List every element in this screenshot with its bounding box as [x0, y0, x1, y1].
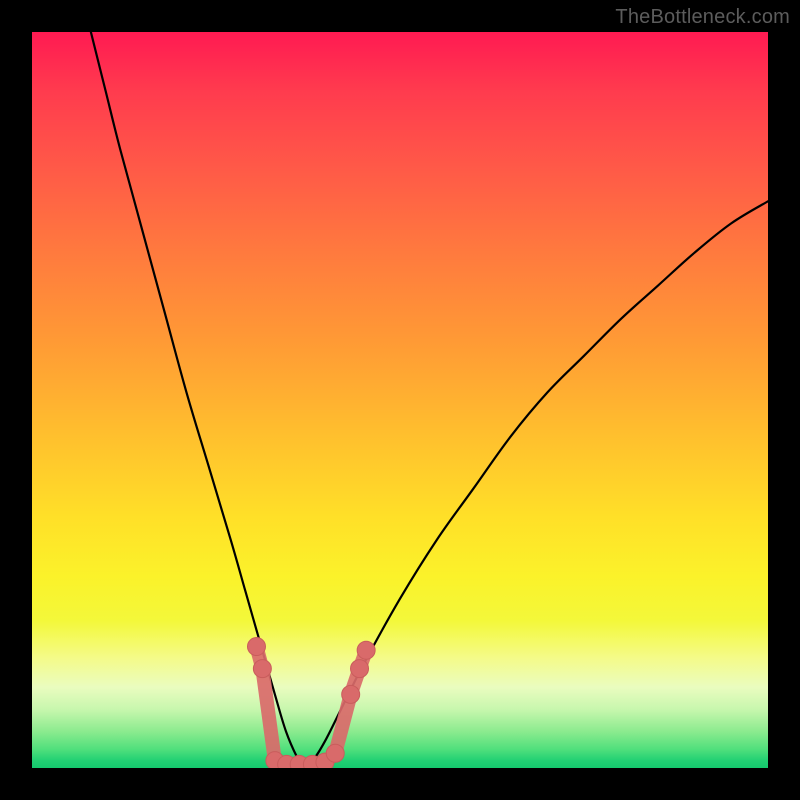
marker-point	[247, 638, 265, 656]
marker-point	[342, 685, 360, 703]
marker-point	[357, 641, 375, 659]
marker-point	[253, 660, 271, 678]
marker-connector	[256, 647, 366, 765]
bottleneck-curve	[91, 32, 768, 768]
plot-area	[32, 32, 768, 768]
marker-point	[351, 660, 369, 678]
curve-layer	[32, 32, 768, 768]
chart-frame: TheBottleneck.com	[0, 0, 800, 800]
marker-point	[326, 744, 344, 762]
watermark-text: TheBottleneck.com	[615, 6, 790, 29]
